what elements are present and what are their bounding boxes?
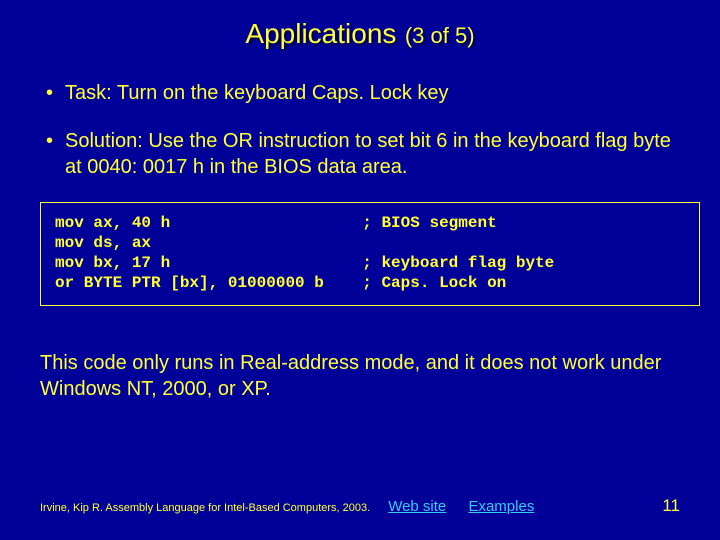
content-area: • Task: Turn on the keyboard Caps. Lock … — [0, 60, 720, 180]
bullet-item: • Task: Turn on the keyboard Caps. Lock … — [40, 80, 680, 106]
title-area: Applications (3 of 5) — [0, 0, 720, 60]
slide-title: Applications (3 of 5) — [245, 30, 474, 47]
web-site-link[interactable]: Web site — [388, 498, 446, 515]
note-text: This code only runs in Real-address mode… — [0, 306, 720, 402]
page-number: 11 — [662, 496, 680, 516]
bullet-text: Task: Turn on the keyboard Caps. Lock ke… — [65, 80, 449, 106]
citation: Irvine, Kip R. Assembly Language for Int… — [40, 502, 370, 514]
title-sub: (3 of 5) — [401, 23, 475, 48]
code-content: mov ax, 40 h ; BIOS segment mov ds, ax m… — [55, 213, 685, 293]
footer-links: Web site Examples — [388, 498, 552, 515]
bullet-item: • Solution: Use the OR instruction to se… — [40, 128, 680, 180]
title-main: Applications — [245, 18, 396, 49]
code-block: mov ax, 40 h ; BIOS segment mov ds, ax m… — [40, 202, 700, 306]
bullet-text: Solution: Use the OR instruction to set … — [65, 128, 680, 180]
footer: Irvine, Kip R. Assembly Language for Int… — [0, 496, 720, 516]
examples-link[interactable]: Examples — [468, 498, 534, 515]
bullet-marker: • — [46, 80, 53, 106]
bullet-marker: • — [46, 128, 53, 154]
